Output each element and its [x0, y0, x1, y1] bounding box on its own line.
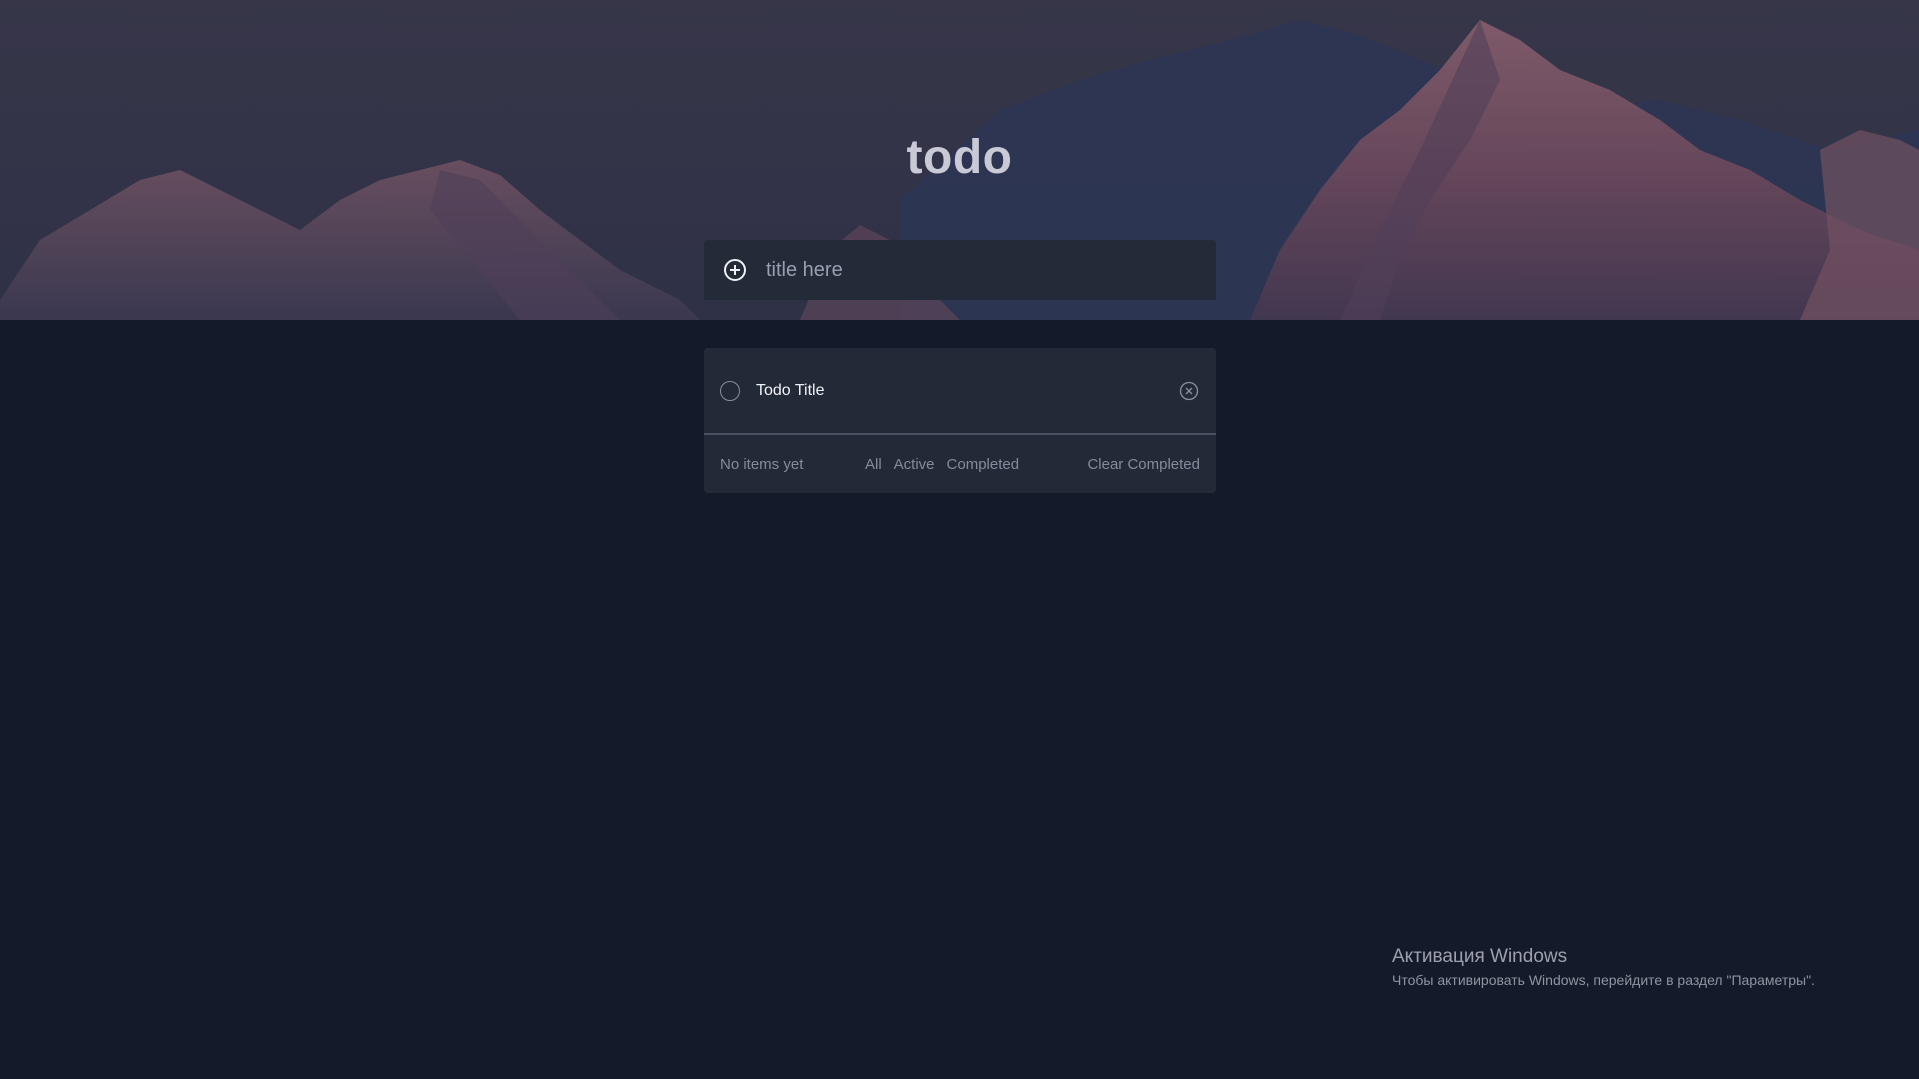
filter-active[interactable]: Active — [894, 456, 935, 473]
todo-item: Todo Title — [704, 348, 1216, 435]
page: todo Todo Title No items yet — [0, 0, 1919, 1079]
activation-title: Активация Windows — [1392, 946, 1568, 967]
todo-title: Todo Title — [756, 381, 825, 399]
complete-checkbox[interactable] — [720, 380, 740, 401]
clear-completed-button[interactable]: Clear Completed — [1087, 456, 1200, 473]
close-circle-icon[interactable] — [1178, 380, 1200, 402]
filter-completed[interactable]: Completed — [947, 456, 1020, 473]
new-todo-bar — [704, 240, 1216, 300]
app-title: todo — [906, 131, 1013, 184]
items-count: No items yet — [720, 455, 804, 473]
windows-activation-watermark: Активация Windows Чтобы активировать Win… — [1392, 946, 1815, 988]
list-footer: No items yet All Active Completed Clear … — [704, 435, 1216, 493]
todo-list: Todo Title No items yet All Active Compl… — [704, 348, 1216, 493]
filter-group: All Active Completed — [865, 456, 1019, 473]
activation-subtitle: Чтобы активировать Windows, перейдите в … — [1392, 972, 1815, 988]
filter-all[interactable]: All — [865, 456, 882, 473]
new-todo-input[interactable] — [764, 257, 1188, 283]
plus-circle-icon[interactable] — [722, 257, 748, 283]
